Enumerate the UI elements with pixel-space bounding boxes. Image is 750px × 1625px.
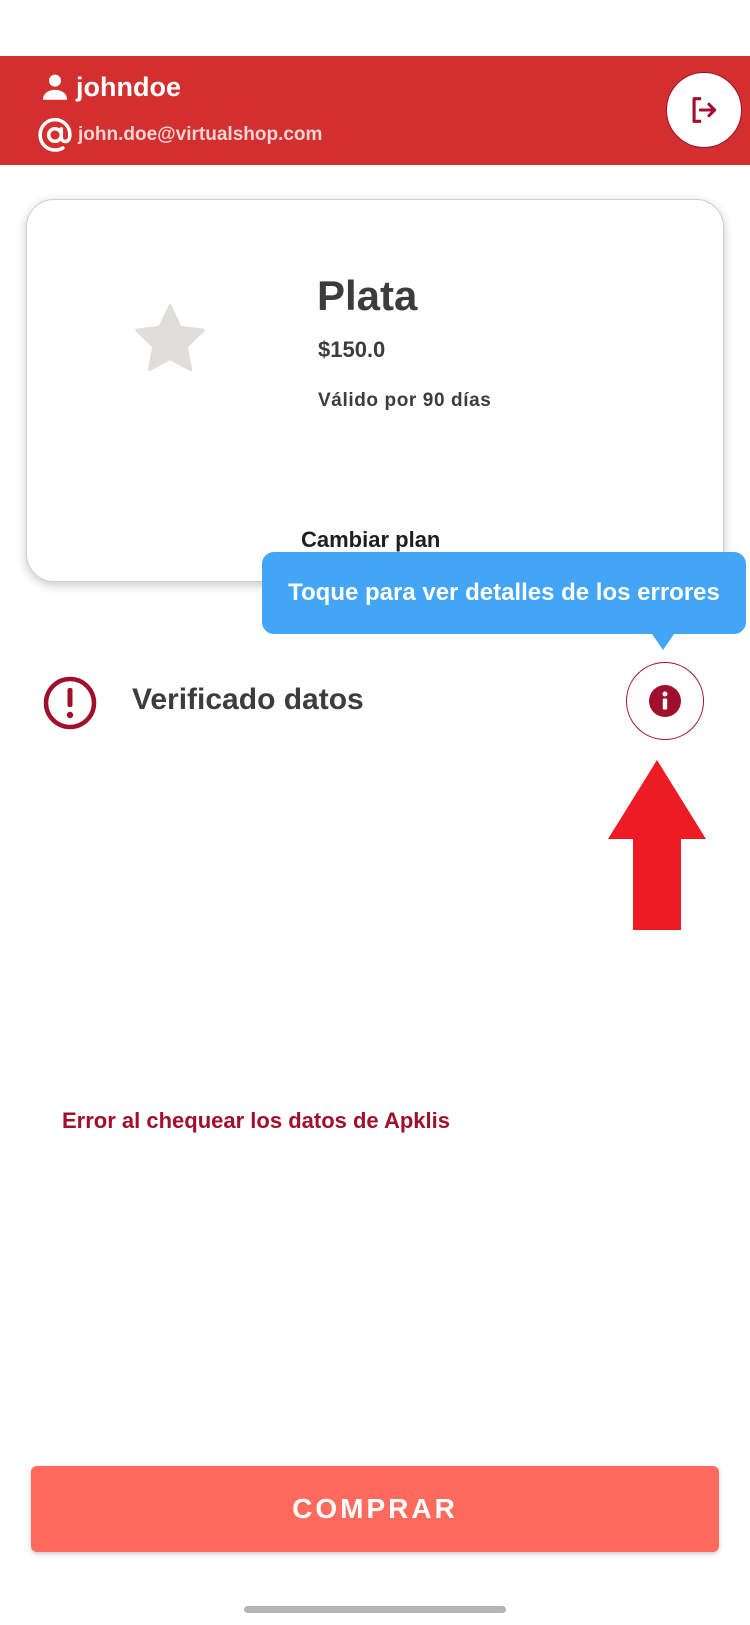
logout-icon [692,97,717,123]
arrow-up-icon [608,760,706,930]
logout-button[interactable] [666,72,742,148]
change-plan-button[interactable]: Cambiar plan [301,527,440,553]
plan-validity: Válido por 90 días [318,390,492,411]
buy-button-label: COMPRAR [292,1493,458,1524]
alert-circle-icon [43,676,97,730]
tooltip-pointer [652,634,674,650]
username: johndoe [76,71,181,102]
home-indicator[interactable] [244,1606,506,1613]
person-icon [42,74,68,100]
plan-price: $150.0 [318,337,386,362]
error-details-button[interactable] [626,662,704,740]
user-email: john.doe@virtualshop.com [78,124,323,145]
at-sign-icon [38,117,72,152]
plan-card: Plata $150.0 Válido por 90 días Cambiar … [26,199,724,582]
email-row: john.doe@virtualshop.com [34,114,322,156]
plan-name: Plata [317,272,418,319]
user-row: johndoe [38,70,181,104]
info-icon [649,685,681,717]
error-tooltip[interactable]: Toque para ver detalles de los errores [262,552,746,634]
app-header: johndoe john.doe@virtualshop.com [0,56,750,165]
verification-status-label: Verificado datos [132,683,364,716]
star-icon [135,304,205,372]
error-message: Error al chequear los datos de Apklis [62,1108,450,1133]
tooltip-text: Toque para ver detalles de los errores [288,579,720,606]
buy-button[interactable]: COMPRAR [31,1466,719,1552]
